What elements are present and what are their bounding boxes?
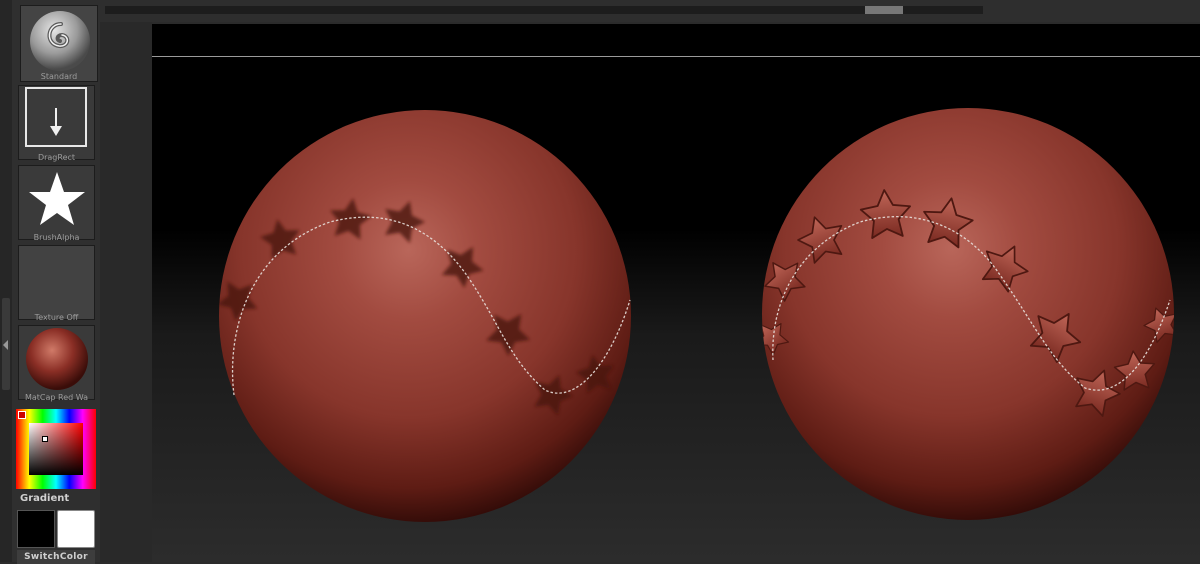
texture-label: Texture Off — [34, 313, 79, 322]
left-sphere[interactable] — [210, 110, 631, 522]
color-picker[interactable] — [16, 409, 96, 489]
color-picker-marker — [18, 411, 26, 419]
stroke-label: DragRect — [37, 153, 76, 162]
material-label: MatCap Red Wa — [24, 393, 89, 402]
right-sphere[interactable] — [749, 108, 1183, 520]
gradient-label[interactable]: Gradient — [20, 493, 69, 504]
left-tool-shelf: Standard DragRect BrushAlpha Texture Off — [0, 0, 100, 564]
secondary-color-swatch[interactable] — [57, 510, 95, 548]
document-canvas[interactable] — [152, 24, 1200, 562]
texture-button[interactable] — [18, 245, 95, 320]
collapse-arrow-icon[interactable] — [3, 340, 8, 350]
color-picker-cursor[interactable] — [42, 436, 48, 442]
alpha-label: BrushAlpha — [33, 233, 80, 242]
horizontal-scrollbar-track[interactable] — [105, 6, 983, 14]
alpha-button[interactable] — [18, 165, 95, 240]
matcap-sphere-icon — [26, 328, 88, 390]
brush-label: Standard — [40, 72, 78, 81]
stroke-button[interactable] — [18, 85, 95, 160]
horizontal-scrollbar-thumb[interactable] — [865, 6, 903, 14]
brush-button[interactable] — [20, 5, 98, 82]
shelf-edge — [0, 0, 12, 562]
main-color-swatch[interactable] — [17, 510, 55, 548]
drag-rect-arrow-icon — [25, 87, 87, 147]
left-dock — [100, 22, 152, 562]
material-button[interactable] — [18, 325, 95, 400]
sculpt-viewport[interactable] — [152, 24, 1200, 562]
swirl-sphere-icon — [30, 11, 90, 71]
color-picker-square[interactable] — [29, 423, 83, 475]
star-icon — [29, 172, 85, 225]
